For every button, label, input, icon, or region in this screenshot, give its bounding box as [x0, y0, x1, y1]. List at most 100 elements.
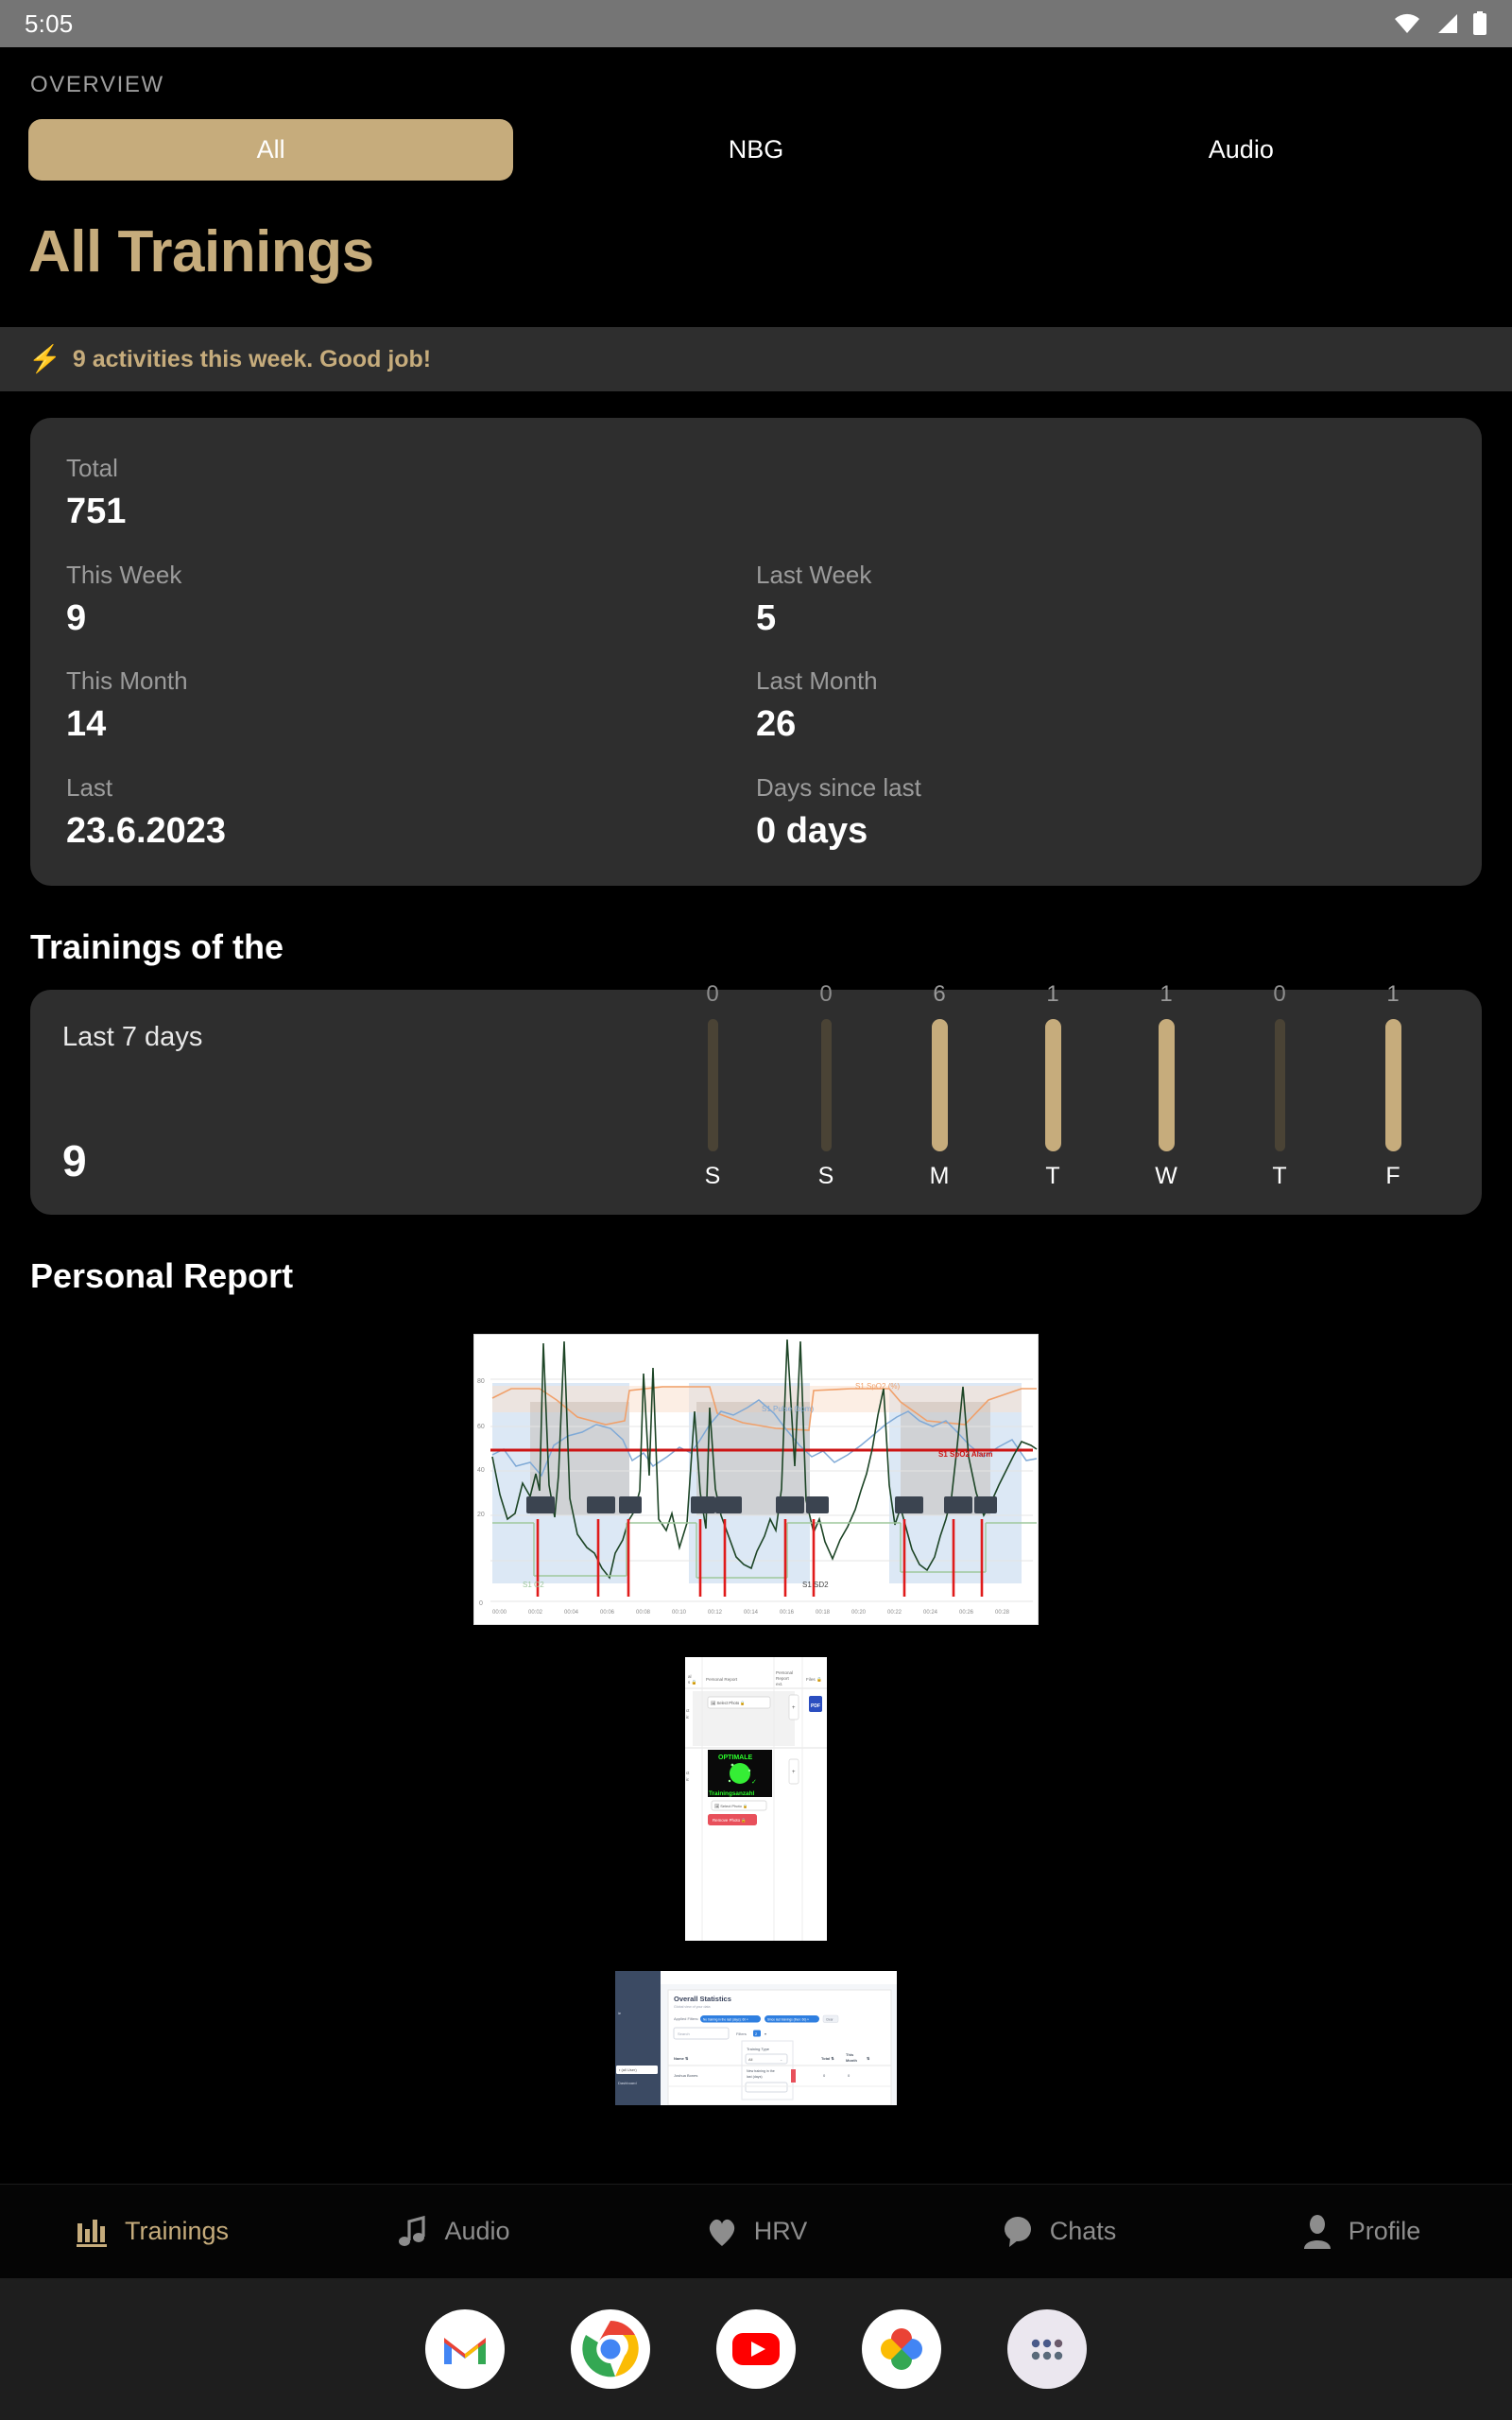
stat-value: 9: [66, 597, 87, 638]
svg-text:00:02: 00:02: [528, 1610, 543, 1616]
photos-icon[interactable]: [862, 2309, 941, 2389]
svg-text:0: 0: [479, 1600, 483, 1607]
svg-text:00:18: 00:18: [816, 1610, 831, 1616]
wifi-icon: [1393, 12, 1421, 35]
trainings-section-heading: Trainings of the: [30, 926, 284, 966]
svg-text:00:06: 00:06: [600, 1610, 615, 1616]
svg-text:S1 SD2: S1 SD2: [802, 1581, 829, 1589]
svg-text:40: 40: [477, 1467, 485, 1474]
tab-all[interactable]: All: [28, 119, 514, 181]
tab-nbg[interactable]: NBG: [513, 119, 998, 181]
bar-shape: [820, 1018, 832, 1151]
stat-days-since-last: Days since last 0 days: [756, 771, 1446, 854]
status-bar-icons: [1393, 11, 1487, 36]
spreadsheet-thumbnail[interactable]: al s 🔒 Personal Report Personal Report e…: [685, 1656, 827, 1941]
bar-shape: [1274, 1018, 1285, 1151]
spo2-pulse-chart-thumbnail[interactable]: S1 SpO2 (%) S1 Pulse (bpm) S1 SpO2 Alarm…: [473, 1333, 1039, 1625]
bar-column: 0S: [656, 981, 769, 1190]
stat-last: Last 23.6.2023: [66, 771, 756, 854]
bar-day-label: T: [1045, 1162, 1060, 1189]
battery-icon: [1472, 11, 1487, 36]
bar-shape: [707, 1018, 718, 1151]
week-total-count: 9: [62, 1135, 87, 1185]
tab-audio[interactable]: Audio: [999, 119, 1484, 181]
nav-trainings[interactable]: Trainings: [0, 2214, 302, 2250]
svg-text:Overall Statistics: Overall Statistics: [674, 1995, 731, 2003]
bar-value-label: 0: [706, 980, 719, 1007]
nav-label: Profile: [1348, 2217, 1421, 2245]
svg-text:Remove Photo 🔒: Remove Photo 🔒: [713, 1818, 747, 1823]
bar-column: 1F: [1336, 981, 1450, 1190]
nav-profile[interactable]: Profile: [1210, 2214, 1512, 2250]
nav-label: Audio: [444, 2217, 510, 2245]
stat-spacer: [756, 452, 1446, 559]
stat-last-week: Last Week 5: [756, 559, 1446, 666]
segmented-tab-bar: All NBG Audio: [0, 119, 1512, 181]
page-title: All Trainings: [28, 219, 374, 285]
bolt-icon: ⚡: [28, 344, 61, 373]
svg-text:00:04: 00:04: [564, 1610, 579, 1616]
svg-text:80: 80: [477, 1378, 485, 1385]
svg-text:Personal Report: Personal Report: [706, 1677, 738, 1682]
stat-value: 5: [756, 597, 777, 638]
chrome-icon[interactable]: [571, 2309, 650, 2389]
svg-text:00:24: 00:24: [923, 1610, 938, 1616]
svg-text:al: al: [688, 1674, 692, 1679]
personal-report-heading: Personal Report: [30, 1255, 294, 1295]
nav-label: Chats: [1049, 2217, 1117, 2245]
svg-text:Report: Report: [776, 1676, 790, 1681]
app-drawer-icon[interactable]: [1007, 2309, 1087, 2389]
svg-text:🖼 Select Photo 🔒: 🖼 Select Photo 🔒: [714, 1804, 747, 1808]
stat-this-month: This Month 14: [66, 665, 756, 771]
svg-text:New training in the: New training in the: [747, 2069, 775, 2073]
bar-shape: [931, 1018, 948, 1151]
svg-text:00:26: 00:26: [959, 1610, 974, 1616]
personal-report-thumbnails: S1 SpO2 (%) S1 Pulse (bpm) S1 SpO2 Alarm…: [0, 1313, 1512, 2105]
svg-text:00:28: 00:28: [995, 1610, 1010, 1616]
youtube-icon[interactable]: [716, 2309, 796, 2389]
stat-label: Days since last: [756, 773, 921, 803]
svg-text:S1 SpO2 (%): S1 SpO2 (%): [855, 1382, 900, 1391]
stats-card: Total 751 This Week 9 Last Week 5 This M…: [30, 418, 1482, 886]
stat-label: This Month: [66, 666, 188, 696]
nav-audio[interactable]: Audio: [302, 2214, 605, 2250]
bar-column: 1W: [1109, 981, 1223, 1190]
svg-text:00:20: 00:20: [851, 1610, 867, 1616]
svg-text:20: 20: [477, 1512, 485, 1518]
overall-statistics-thumbnail[interactable]: ie r (all User) Dashboard r (all User) O…: [615, 1970, 897, 2105]
person-icon: [1301, 2214, 1333, 2250]
week-range-label: Last 7 days: [62, 1021, 203, 1052]
bar-column: 1T: [996, 981, 1109, 1190]
svg-text:Filters: Filters: [736, 2031, 747, 2036]
stat-label: Last Week: [756, 560, 872, 589]
gmail-icon[interactable]: [425, 2309, 505, 2389]
week-summary-card[interactable]: Last 7 days 9 0S0S6M1T1W0T1F: [30, 981, 1482, 1215]
stat-value: 0 days: [756, 811, 868, 852]
svg-text:Personal: Personal: [776, 1670, 793, 1675]
svg-text:Total ⇅: Total ⇅: [821, 2056, 834, 2061]
heart-icon: [705, 2216, 739, 2248]
chat-bubble-icon: [1001, 2215, 1035, 2249]
svg-text:S1 O2: S1 O2: [523, 1581, 544, 1589]
svg-text:+: +: [792, 1705, 796, 1711]
bar-shape: [1158, 1018, 1175, 1151]
status-bar-clock: 5:05: [25, 9, 74, 38]
music-note-icon: [397, 2214, 429, 2250]
bar-value-label: 1: [1160, 980, 1173, 1007]
svg-text:Clear: Clear: [826, 2017, 834, 2021]
svg-text:00:22: 00:22: [887, 1610, 902, 1616]
svg-text:00:12: 00:12: [708, 1610, 723, 1616]
bar-shape: [1044, 1018, 1061, 1151]
svg-text:OPTIMALE: OPTIMALE: [718, 1754, 752, 1761]
activity-banner: ⚡ 9 activities this week. Good job!: [0, 327, 1512, 391]
svg-text:S1 SpO2 Alarm: S1 SpO2 Alarm: [938, 1450, 993, 1459]
nav-chats[interactable]: Chats: [907, 2215, 1210, 2249]
stat-value: 14: [66, 704, 107, 745]
stats-grid: Total 751 This Week 9 Last Week 5 This M…: [66, 452, 1446, 854]
bar-column: 0T: [1223, 981, 1336, 1190]
svg-text:r (all User): r (all User): [619, 2067, 637, 2072]
nav-hrv[interactable]: HRV: [605, 2216, 907, 2248]
bar-day-label: F: [1385, 1162, 1400, 1189]
bar-column: 6M: [883, 981, 996, 1190]
svg-text:00:08: 00:08: [636, 1610, 651, 1616]
